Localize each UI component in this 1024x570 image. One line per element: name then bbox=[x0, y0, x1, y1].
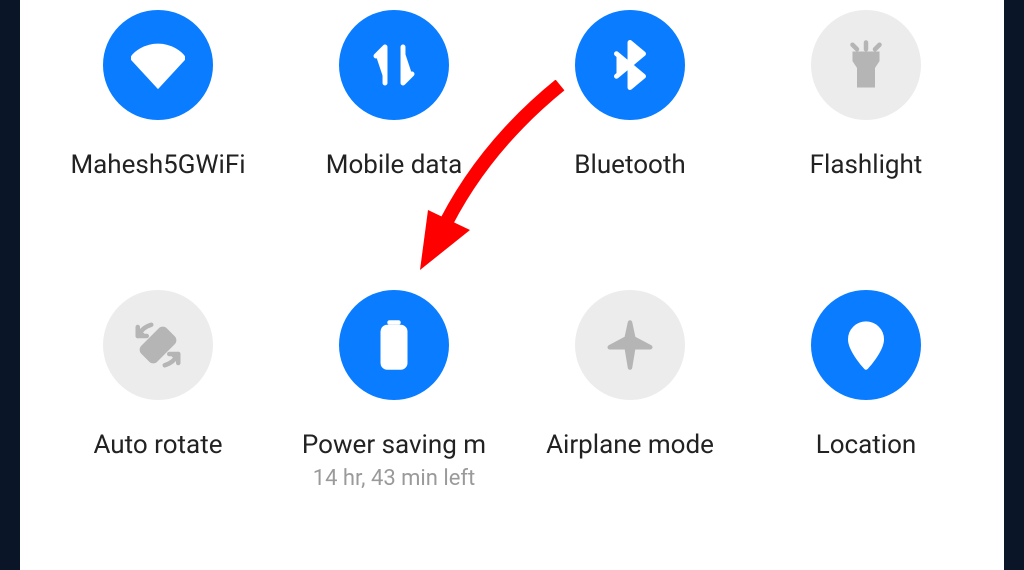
bluetooth-icon bbox=[575, 10, 685, 120]
tile-airplane-mode[interactable]: Airplane mode bbox=[512, 280, 748, 560]
tile-airplane-mode-label: Airplane mode bbox=[546, 430, 714, 460]
tile-bluetooth-label: Bluetooth bbox=[574, 150, 685, 180]
tile-location-label: Location bbox=[816, 430, 917, 460]
mobile-data-icon bbox=[339, 10, 449, 120]
quick-settings-panel: Mahesh5GWiFi Mobile data Bluetooth bbox=[20, 0, 1004, 570]
tile-location[interactable]: Location bbox=[748, 280, 984, 560]
tile-flashlight[interactable]: Flashlight bbox=[748, 0, 984, 280]
tile-wifi-label: Mahesh5GWiFi bbox=[70, 150, 245, 180]
tile-auto-rotate[interactable]: Auto rotate bbox=[40, 280, 276, 560]
tile-mobile-data-label: Mobile data bbox=[326, 150, 462, 180]
quick-settings-grid: Mahesh5GWiFi Mobile data Bluetooth bbox=[40, 0, 984, 560]
location-icon bbox=[811, 290, 921, 400]
tile-power-saving[interactable]: Power saving m 14 hr, 43 min left bbox=[276, 280, 512, 560]
tile-wifi[interactable]: Mahesh5GWiFi bbox=[40, 0, 276, 280]
auto-rotate-icon bbox=[103, 290, 213, 400]
tile-auto-rotate-label: Auto rotate bbox=[93, 430, 222, 460]
tile-power-saving-label: Power saving m bbox=[302, 430, 486, 460]
power-saving-icon bbox=[339, 290, 449, 400]
tile-flashlight-label: Flashlight bbox=[810, 150, 923, 180]
wifi-icon bbox=[103, 10, 213, 120]
flashlight-icon bbox=[811, 10, 921, 120]
tile-bluetooth[interactable]: Bluetooth bbox=[512, 0, 748, 280]
tile-power-saving-subtitle: 14 hr, 43 min left bbox=[313, 466, 476, 491]
airplane-icon bbox=[575, 290, 685, 400]
tile-mobile-data[interactable]: Mobile data bbox=[276, 0, 512, 280]
